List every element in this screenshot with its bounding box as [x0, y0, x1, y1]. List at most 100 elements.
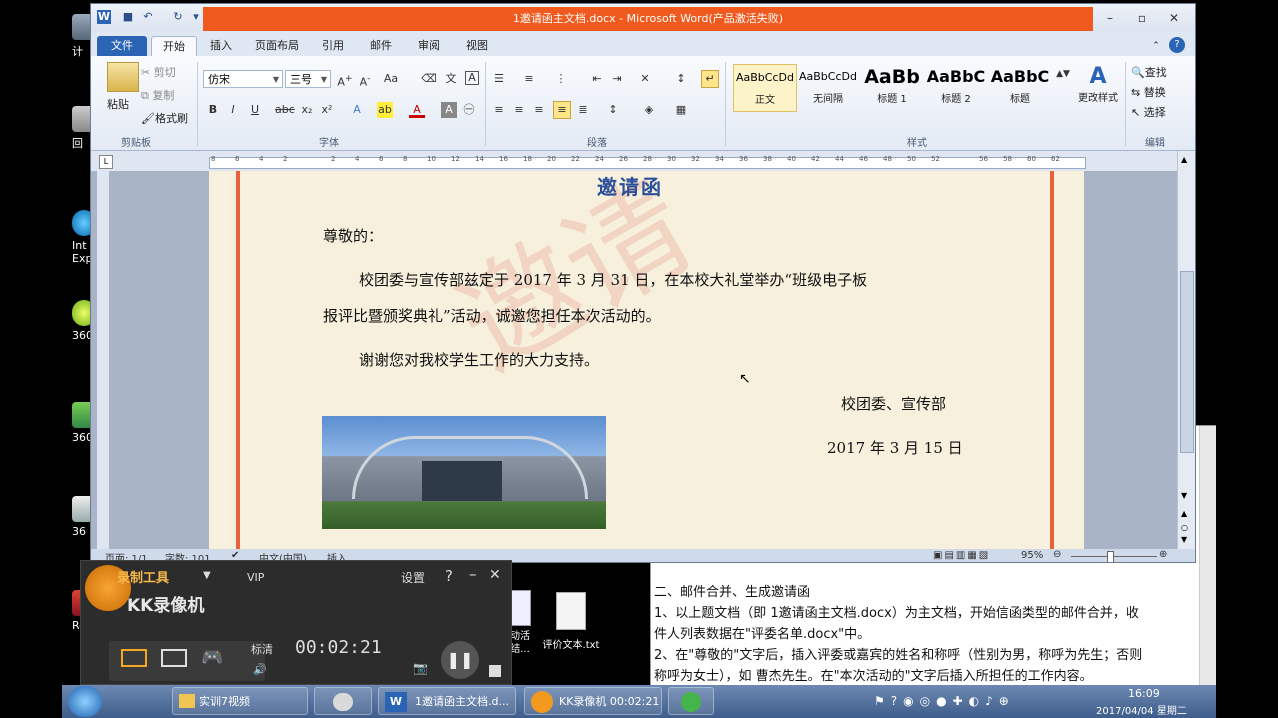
change-case-icon[interactable]: Aa [383, 71, 399, 87]
close-button[interactable]: ✕ [1161, 10, 1187, 26]
tab-mailings[interactable]: 邮件 [361, 36, 401, 56]
select-button[interactable]: ↖ 选择 [1131, 104, 1166, 120]
styles-scroll-icon[interactable]: ▲▼ [1055, 66, 1071, 82]
justify-icon[interactable]: ≡ [553, 101, 571, 119]
prev-page-icon[interactable]: ▲ [1181, 509, 1187, 518]
undo-icon[interactable]: ↶ [141, 10, 155, 24]
style-normal[interactable]: AaBbCcDd 正文 [733, 64, 797, 112]
pause-button[interactable]: ❚❚ [441, 641, 479, 679]
start-button[interactable] [68, 686, 102, 717]
highlight-icon[interactable]: ab [377, 102, 393, 118]
scroll-down-icon[interactable]: ▼ [1181, 491, 1187, 500]
superscript-icon[interactable]: x² [319, 102, 335, 118]
replace-button[interactable]: ⇆ 替换 [1131, 84, 1166, 100]
decrease-indent-icon[interactable]: ⇤ [589, 71, 605, 87]
tab-references[interactable]: 引用 [313, 36, 353, 56]
chinese-layout-icon[interactable]: ✕ [637, 71, 653, 87]
next-page-icon[interactable]: ▼ [1181, 535, 1187, 544]
scroll-up-icon[interactable]: ▲ [1181, 155, 1187, 164]
fullscreen-mode-icon[interactable] [121, 649, 147, 667]
tab-view[interactable]: 视图 [457, 36, 497, 56]
chevron-down-icon[interactable]: ▼ [203, 570, 211, 581]
document-page[interactable]: 邀请 邀请函 尊敬的： 校团委与宣传部兹定于 2017 年 3 月 31 日，在… [209, 158, 1084, 549]
help-button[interactable]: ? [445, 567, 453, 585]
customize-qat-icon[interactable]: ▾ [189, 10, 203, 24]
volume-icon[interactable]: 🔊 [253, 663, 267, 676]
stop-button[interactable] [489, 665, 501, 677]
borders-icon[interactable]: ▦ [673, 102, 689, 118]
subscript-icon[interactable]: x₂ [299, 102, 315, 118]
building-photo[interactable] [322, 416, 606, 529]
minimize-button[interactable]: – [469, 565, 477, 583]
zoom-slider-thumb[interactable] [1107, 551, 1114, 562]
paste-button[interactable]: 粘贴 [107, 96, 129, 112]
browse-object-icon[interactable]: ○ [1181, 523, 1188, 532]
kk-recorder-window[interactable]: 录制工具 KK录像机 ▼ VIP 设置 ? – ✕ 🎮 标清 🔊 00:02:2… [80, 560, 512, 685]
underline-icon[interactable]: U [247, 102, 263, 118]
numbering-icon[interactable]: ≡ [521, 71, 537, 87]
find-button[interactable]: 🔍查找 [1131, 64, 1167, 80]
clock-time[interactable]: 16:09 [1128, 687, 1160, 700]
taskbar-item-kk[interactable]: KK录像机 00:02:21 [524, 687, 662, 715]
close-button[interactable]: ✕ [489, 567, 501, 583]
char-shading-icon[interactable]: A [441, 102, 457, 118]
save-icon[interactable]: ■ [121, 10, 135, 24]
distributed-icon[interactable]: ≣ [575, 102, 591, 118]
redo-icon[interactable]: ↻ [171, 10, 185, 24]
zoom-in-icon[interactable]: ⊕ [1159, 549, 1167, 560]
scroll-thumb[interactable] [1180, 271, 1194, 453]
settings-button[interactable]: 设置 [401, 569, 425, 586]
taskbar-item-folder[interactable]: 实训7视频 [172, 687, 308, 715]
change-styles-button[interactable]: A 更改样式 [1075, 64, 1121, 104]
align-center-icon[interactable]: ≡ [511, 102, 527, 118]
enclose-char-icon[interactable]: ㊀ [461, 102, 477, 118]
tab-home[interactable]: 开始 [151, 36, 197, 57]
phonetic-guide-icon[interactable]: 文 [443, 71, 459, 87]
bullets-icon[interactable]: ☰ [491, 71, 507, 87]
maximize-button[interactable]: ▫ [1129, 10, 1155, 26]
quality-label[interactable]: 标清 [251, 641, 273, 657]
cut-button[interactable]: ✂ 剪切 [141, 64, 176, 80]
multilevel-list-icon[interactable]: ⋮ [553, 71, 569, 87]
copy-button[interactable]: ⧉ 复制 [141, 87, 174, 103]
grow-font-icon[interactable]: A+ [337, 71, 353, 89]
scrollbar[interactable] [1199, 426, 1216, 686]
tray-icons[interactable]: ⚑?◉◎●✚◐♪⊕ [874, 694, 1015, 708]
style-heading-2[interactable]: AaBbC 标题 2 [925, 64, 987, 110]
strikethrough-icon[interactable]: abc [275, 102, 295, 118]
style-title[interactable]: AaBbC 标题 [989, 64, 1051, 110]
title-bar[interactable]: W ■ ↶ ↻ ▾ 1邀请函主文档.docx - Microsoft Word(… [91, 4, 1195, 32]
screenshot-icon[interactable]: 📷 [413, 661, 428, 675]
style-heading-1[interactable]: AaBb 标题 1 [861, 64, 923, 110]
zoom-out-icon[interactable]: ⊖ [1053, 549, 1061, 560]
sort-icon[interactable]: ↕ [673, 71, 689, 87]
word-window[interactable]: W ■ ↶ ↻ ▾ 1邀请函主文档.docx - Microsoft Word(… [90, 3, 1196, 563]
view-buttons-icon[interactable]: ▣▤▥▦▧ [933, 550, 990, 561]
align-right-icon[interactable]: ≡ [531, 102, 547, 118]
tab-selector-icon[interactable]: L [99, 155, 113, 169]
char-border-icon[interactable]: A [465, 71, 479, 85]
increase-indent-icon[interactable]: ⇥ [609, 71, 625, 87]
font-family-select[interactable]: 仿宋 ▼ [203, 70, 283, 88]
vertical-scrollbar[interactable]: ▲ ▼ ▲ ○ ▼ [1177, 151, 1195, 549]
line-spacing-icon[interactable]: ↕ [605, 102, 621, 118]
tab-file[interactable]: 文件 [97, 36, 147, 56]
tab-insert[interactable]: 插入 [201, 36, 241, 56]
align-left-icon[interactable]: ≡ [491, 102, 507, 118]
style-no-spacing[interactable]: AaBbCcDd 无间隔 [797, 64, 859, 110]
shrink-font-icon[interactable]: A- [357, 71, 373, 89]
font-size-select[interactable]: 三号 ▼ [285, 70, 331, 88]
region-mode-icon[interactable] [161, 649, 187, 667]
text-effects-icon[interactable]: A [349, 102, 365, 118]
taskbar-item-word[interactable]: W 1邀请函主文档.d... [378, 687, 516, 715]
minimize-button[interactable]: – [1097, 10, 1123, 26]
show-marks-icon[interactable]: ↵ [701, 70, 719, 88]
zoom-level[interactable]: 95% [1021, 550, 1043, 561]
zoom-slider[interactable] [1071, 556, 1157, 557]
clear-format-icon[interactable]: ⌫ [421, 71, 437, 87]
collapse-ribbon-icon[interactable]: ⌃ [1149, 36, 1163, 56]
shading-icon[interactable]: ◈ [641, 102, 657, 118]
format-painter-button[interactable]: 🖌格式刷 [141, 110, 188, 126]
tab-page-layout[interactable]: 页面布局 [249, 36, 305, 56]
vip-label[interactable]: VIP [247, 571, 264, 584]
